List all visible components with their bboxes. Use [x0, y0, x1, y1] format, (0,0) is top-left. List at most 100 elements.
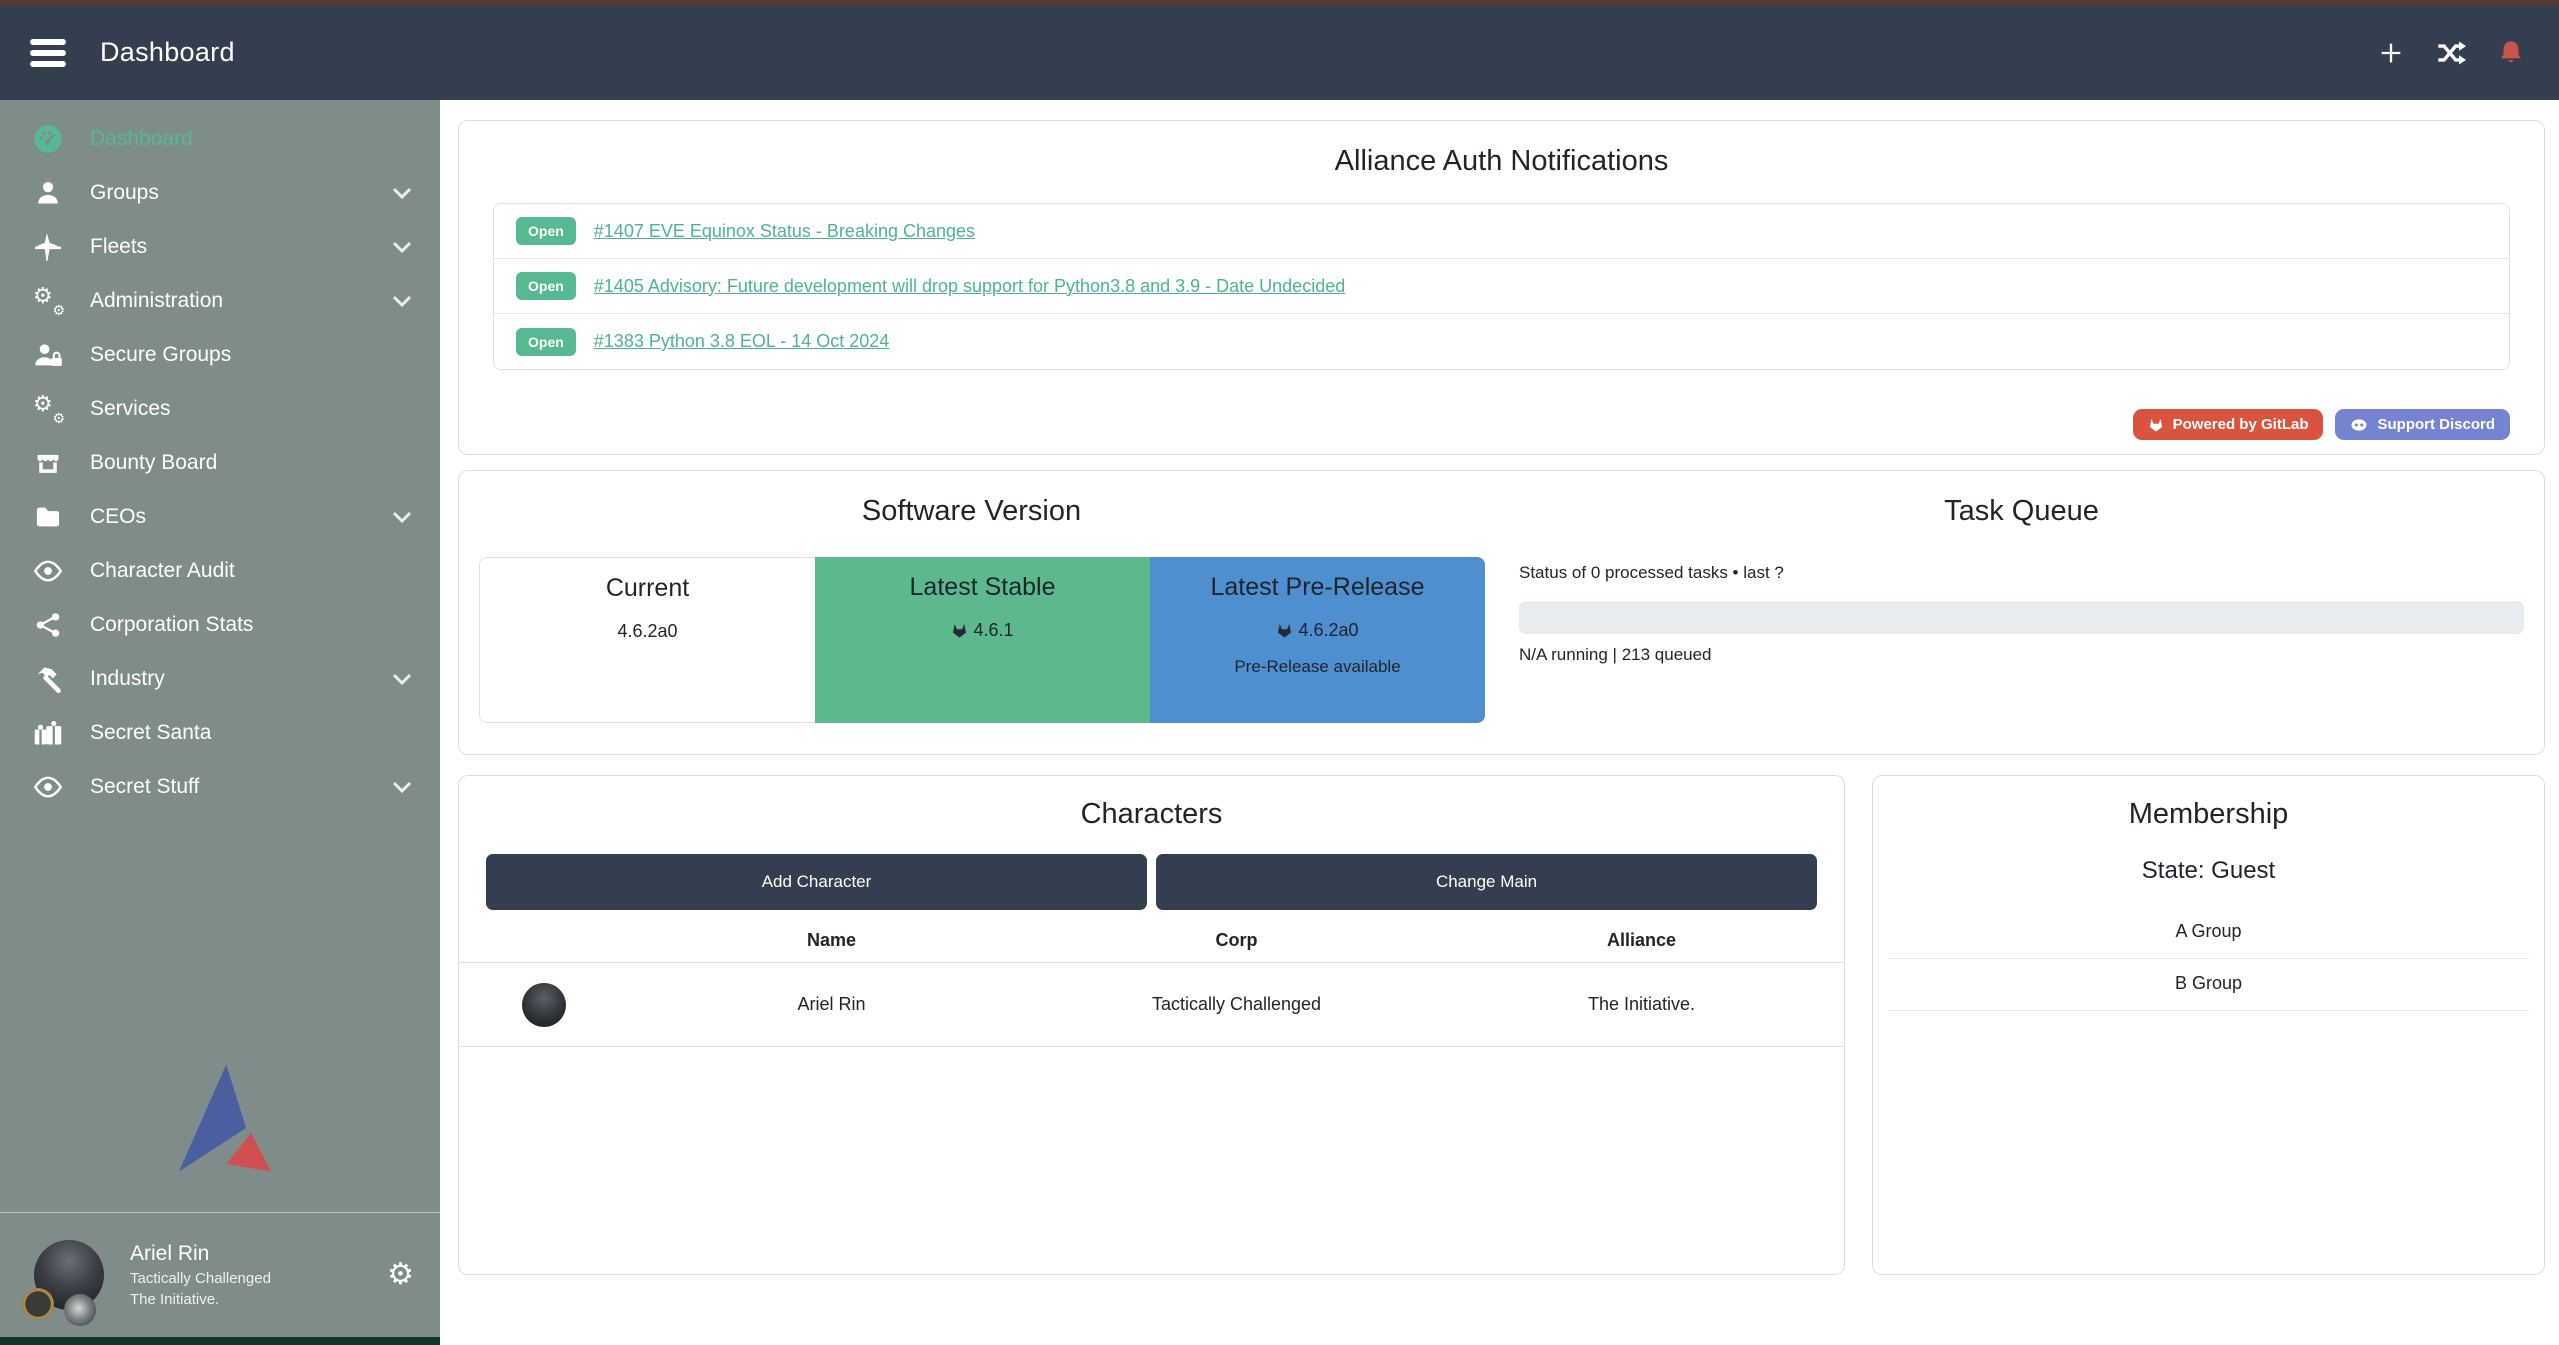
chevron-down-icon — [388, 781, 412, 794]
software-version-panel: Software Version Task Queue Current 4.6.… — [458, 470, 2545, 755]
sidebar-item-bounty-board[interactable]: Bounty Board — [0, 436, 440, 490]
membership-group-list: A Group B Group — [1888, 907, 2529, 1011]
sidebar-item-fleets[interactable]: Fleets — [0, 220, 440, 274]
page-title: Dashboard — [100, 37, 235, 68]
sidebar-item-secret-stuff[interactable]: Secret Stuff — [0, 760, 440, 814]
membership-title: Membership — [1873, 798, 2544, 831]
status-badge: Open — [516, 217, 576, 245]
task-queue-progress-bar — [1519, 601, 2524, 634]
notification-item: Open #1383 Python 3.8 EOL - 14 Oct 2024 — [494, 314, 2509, 369]
notification-link[interactable]: #1407 EVE Equinox Status - Breaking Chan… — [594, 221, 975, 242]
hammer-icon — [30, 665, 66, 693]
sidebar-item-label: CEOs — [90, 505, 388, 529]
sidebar-bottom-strip — [0, 1337, 440, 1345]
status-badge: Open — [516, 328, 576, 356]
gifts-icon — [30, 719, 66, 747]
sidebar-item-label: Corporation Stats — [90, 613, 412, 637]
user-corp: Tactically Challenged — [130, 1270, 271, 1287]
chevron-down-icon — [388, 511, 412, 524]
latest-prerelease-label: Latest Pre-Release — [1150, 573, 1485, 602]
sidebar-item-character-audit[interactable]: Character Audit — [0, 544, 440, 598]
folder-icon — [30, 503, 66, 531]
column-header-name: Name — [629, 930, 1034, 951]
status-badge: Open — [516, 272, 576, 300]
sidebar-item-secret-santa[interactable]: Secret Santa — [0, 706, 440, 760]
user-lock-icon — [30, 341, 66, 369]
eye-icon — [30, 559, 66, 583]
sidebar-item-services[interactable]: ⚙⚙ Services — [0, 382, 440, 436]
sidebar-item-dashboard[interactable]: Dashboard — [0, 112, 440, 166]
character-portrait — [522, 983, 566, 1027]
share-nodes-icon — [30, 612, 66, 638]
current-version-box: Current 4.6.2a0 — [479, 557, 815, 723]
characters-title: Characters — [459, 798, 1844, 831]
sidebar-item-ceos[interactable]: CEOs — [0, 490, 440, 544]
sidebar-item-label: Services — [90, 397, 412, 421]
store-icon — [30, 449, 66, 477]
menu-toggle-icon[interactable] — [30, 39, 66, 67]
characters-panel: Characters Add Character Change Main Nam… — [458, 775, 1845, 1275]
user-avatar — [34, 1240, 104, 1310]
task-queue-status: Status of 0 processed tasks • last ? — [1519, 563, 1784, 583]
version-boxes: Current 4.6.2a0 Latest Stable 4.6.1 Late… — [479, 557, 1485, 723]
eye-icon — [30, 775, 66, 799]
sidebar-item-administration[interactable]: ⚙⚙ Administration — [0, 274, 440, 328]
list-item: A Group — [1888, 907, 2529, 959]
user-alliance: The Initiative. — [130, 1291, 271, 1308]
membership-state: State: Guest — [1873, 857, 2544, 885]
sidebar-item-label: Industry — [90, 667, 388, 691]
membership-panel: Membership State: Guest A Group B Group — [1872, 775, 2545, 1275]
character-name: Ariel Rin — [629, 994, 1034, 1015]
main-content: Alliance Auth Notifications Open #1407 E… — [440, 100, 2559, 1345]
list-item: B Group — [1888, 959, 2529, 1011]
cogs-icon: ⚙⚙ — [30, 394, 66, 424]
notification-item: Open #1405 Advisory: Future development … — [494, 259, 2509, 314]
table-row: Ariel Rin Tactically Challenged The Init… — [459, 962, 1844, 1047]
change-main-button[interactable]: Change Main — [1156, 854, 1817, 910]
notifications-list: Open #1407 EVE Equinox Status - Breaking… — [493, 203, 2510, 370]
alliance-logo-badge — [64, 1294, 96, 1326]
task-queue-summary: N/A running | 213 queued — [1519, 645, 1712, 665]
latest-stable-box: Latest Stable 4.6.1 — [815, 557, 1150, 723]
sidebar-item-label: Character Audit — [90, 559, 412, 583]
latest-stable-label: Latest Stable — [815, 573, 1150, 602]
notification-link[interactable]: #1405 Advisory: Future development will … — [594, 276, 1345, 297]
latest-prerelease-value: 4.6.2a0 — [1298, 620, 1358, 641]
character-alliance: The Initiative. — [1439, 994, 1844, 1015]
alliance-auth-logo — [163, 1062, 278, 1174]
change-main-shuffle-icon[interactable] — [2435, 37, 2467, 69]
characters-table: Name Corp Alliance Ariel Rin Tactically … — [459, 918, 1844, 1047]
sidebar-item-industry[interactable]: Industry — [0, 652, 440, 706]
chevron-down-icon — [388, 673, 412, 686]
gitlab-icon — [2148, 417, 2164, 433]
user-panel: Ariel Rin Tactically Challenged The Init… — [0, 1212, 440, 1337]
corp-logo-badge — [22, 1288, 54, 1320]
sidebar-item-label: Groups — [90, 181, 388, 205]
add-character-button[interactable]: Add Character — [486, 854, 1147, 910]
powered-by-gitlab-badge[interactable]: Powered by GitLab — [2133, 409, 2324, 440]
software-version-title: Software Version — [459, 495, 1484, 528]
chevron-down-icon — [388, 295, 412, 308]
gitlab-icon — [1276, 622, 1293, 639]
gitlab-icon — [951, 622, 968, 639]
top-navbar: Dashboard — [0, 5, 2559, 100]
sidebar-item-groups[interactable]: Groups — [0, 166, 440, 220]
chevron-down-icon — [388, 187, 412, 200]
cogs-icon: ⚙⚙ — [30, 286, 66, 316]
notifications-panel: Alliance Auth Notifications Open #1407 E… — [458, 120, 2545, 455]
sidebar-item-corporation-stats[interactable]: Corporation Stats — [0, 598, 440, 652]
sidebar-item-label: Administration — [90, 289, 388, 313]
sidebar: Dashboard Groups Fleets — [0, 100, 440, 1337]
user-icon — [30, 179, 66, 207]
prerelease-note: Pre-Release available — [1150, 657, 1485, 677]
add-character-icon[interactable] — [2375, 37, 2407, 69]
notification-link[interactable]: #1383 Python 3.8 EOL - 14 Oct 2024 — [594, 331, 890, 352]
current-version-value: 4.6.2a0 — [480, 621, 815, 642]
chevron-down-icon — [388, 241, 412, 254]
support-discord-badge[interactable]: Support Discord — [2335, 409, 2510, 440]
notifications-bell-icon[interactable] — [2495, 37, 2527, 69]
sidebar-item-secure-groups[interactable]: Secure Groups — [0, 328, 440, 382]
user-settings-gear-icon[interactable]: ⚙ — [387, 1260, 414, 1290]
current-version-label: Current — [480, 574, 815, 603]
notifications-title: Alliance Auth Notifications — [459, 145, 2544, 178]
